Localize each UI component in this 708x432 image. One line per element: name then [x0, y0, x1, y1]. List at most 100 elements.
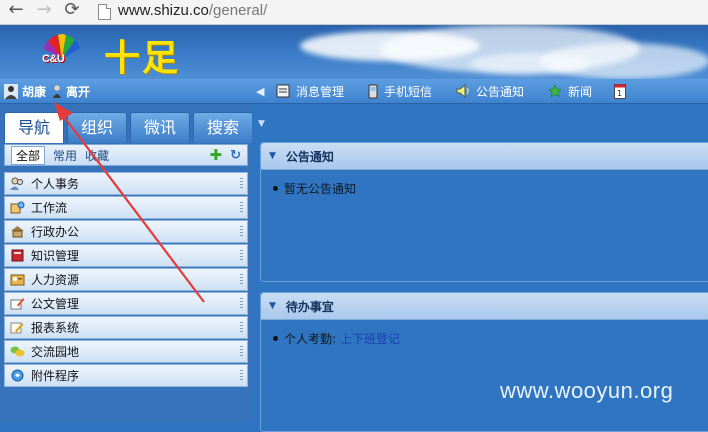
scroll-left-icon[interactable]: ◀: [256, 85, 276, 98]
reload-icon[interactable]: ⟳: [62, 0, 82, 22]
attendance-link[interactable]: 上下班登记: [340, 330, 400, 347]
add-icon[interactable]: ✚: [210, 148, 223, 163]
brand-title: 十足: [104, 37, 181, 79]
nav-subtabs: 全部 常用 收藏 ✚ ↻: [4, 144, 248, 166]
message-icon: [276, 84, 290, 98]
list-item: 暂无公告通知: [273, 180, 699, 197]
grip-icon: [240, 226, 243, 238]
bullet-icon: [273, 186, 278, 191]
subtab-favorites[interactable]: 收藏: [85, 147, 109, 164]
menu-item-label: 人力资源: [31, 273, 80, 287]
address-bar[interactable]: www.shizu.co/general/: [118, 0, 267, 22]
tab-microtalk[interactable]: 微讯: [130, 112, 190, 143]
toolbar-item-label: 新闻: [568, 84, 593, 99]
list-item: 个人考勤: 上下班登记: [273, 330, 699, 347]
svg-text:1: 1: [617, 89, 622, 98]
menu-item-attachments[interactable]: 附件程序: [4, 364, 248, 387]
watermark: www.wooyun.org: [500, 378, 674, 403]
back-arrow-icon[interactable]: ←: [6, 0, 26, 22]
logout-person-icon: [53, 85, 62, 98]
menu-item-reports[interactable]: 报表系统: [4, 316, 248, 339]
todo-panel: ▼ 待办事宜 个人考勤: 上下班登记: [260, 292, 708, 432]
logo-text: C&U: [42, 53, 65, 65]
panel-title[interactable]: 公告通知: [286, 148, 334, 165]
star-icon: [548, 84, 562, 98]
menu-item-human-resources[interactable]: 人力资源: [4, 268, 248, 291]
toolbar-news[interactable]: 新闻: [548, 83, 592, 100]
speaker-icon: [456, 84, 469, 98]
menu-item-exchange[interactable]: 交流园地: [4, 340, 248, 363]
tab-navigation[interactable]: 导航: [4, 112, 64, 143]
menu-item-documents[interactable]: 公文管理: [4, 292, 248, 315]
toolbar-sms[interactable]: 手机短信: [368, 83, 432, 100]
bullet-icon: [273, 336, 278, 341]
nav-tabs: 导航 组织 微讯 搜索: [4, 112, 256, 144]
page-icon: [98, 4, 111, 20]
menu-item-label: 公文管理: [31, 297, 80, 311]
top-toolbar: 胡康 离开 ◀ 消息管理 手机短信 公告通知 新闻 1: [0, 79, 708, 104]
panel-body: 暂无公告通知: [261, 170, 708, 207]
user-area: 胡康 离开: [4, 82, 96, 100]
toolbar-announcements[interactable]: 公告通知: [456, 83, 524, 100]
panel-header: ▼ 公告通知: [261, 143, 708, 170]
logout-link[interactable]: 离开: [66, 83, 90, 100]
menu-item-label: 知识管理: [31, 249, 80, 263]
company-logo-icon: [44, 34, 80, 59]
grip-icon: [240, 202, 243, 214]
report-pencil-icon: [9, 321, 25, 335]
menu-item-administration[interactable]: 行政办公: [4, 220, 248, 243]
attachment-icon: [9, 369, 25, 383]
refresh-icon[interactable]: ↻: [230, 148, 241, 163]
chevron-down-icon[interactable]: ▼: [269, 151, 276, 161]
header-banner: C&U 十足: [0, 25, 708, 79]
grip-icon: [240, 370, 243, 382]
mobile-phone-icon: [368, 84, 378, 98]
url-path: /general/: [208, 2, 268, 19]
toolbar-item-label: 公告通知: [476, 84, 525, 99]
chat-icon: [9, 345, 25, 359]
panel-body: 个人考勤: 上下班登记: [261, 320, 708, 357]
subtab-common[interactable]: 常用: [53, 147, 77, 164]
menu-item-label: 工作流: [31, 201, 68, 215]
user-avatar-icon: [4, 83, 18, 99]
tab-search[interactable]: 搜索: [193, 112, 253, 143]
main-content: ▼ ▼ 公告通知 暂无公告通知 ▼ 待办事宜 个人考勤: 上下班登记: [252, 104, 708, 432]
grip-icon: [240, 250, 243, 262]
menu-item-label: 行政办公: [31, 225, 80, 239]
toolbar-item-label: 消息管理: [296, 84, 345, 99]
tab-organization[interactable]: 组织: [67, 112, 127, 143]
browser-toolbar: ← → ⟳ www.shizu.co/general/: [0, 0, 708, 25]
grip-icon: [240, 274, 243, 286]
toolbar-item-label: 手机短信: [384, 84, 433, 99]
user-name[interactable]: 胡康: [22, 83, 46, 100]
list-item-text: 暂无公告通知: [284, 182, 357, 196]
book-icon: [9, 249, 25, 263]
grip-icon: [240, 178, 243, 190]
panel-title[interactable]: 待办事宜: [286, 298, 334, 315]
subtab-all[interactable]: 全部: [11, 145, 46, 165]
collapse-chevron-icon[interactable]: ▼: [258, 119, 265, 129]
people-icon: [9, 177, 25, 191]
document-pen-icon: [9, 297, 25, 311]
grip-icon: [240, 346, 243, 358]
grip-icon: [240, 298, 243, 310]
left-navigation: 导航 组织 微讯 搜索 全部 常用 收藏 ✚ ↻ 个人事务 工作流 行政办公 知…: [0, 104, 253, 422]
nav-menu: 个人事务 工作流 行政办公 知识管理 人力资源 公文管理 报表系统 交流园地 附…: [4, 172, 248, 388]
chevron-down-icon[interactable]: ▼: [269, 301, 276, 311]
calendar-icon[interactable]: 1: [614, 83, 627, 99]
menu-item-label: 交流园地: [31, 345, 80, 359]
menu-item-knowledge[interactable]: 知识管理: [4, 244, 248, 267]
menu-item-label: 报表系统: [31, 321, 80, 335]
workflow-icon: [9, 201, 25, 215]
hr-icon: [9, 273, 25, 287]
office-icon: [9, 225, 25, 239]
toolbar-message-management[interactable]: 消息管理: [276, 83, 344, 100]
menu-item-workflow[interactable]: 工作流: [4, 196, 248, 219]
subtab-actions: ✚ ↻: [210, 148, 241, 163]
forward-arrow-icon[interactable]: →: [34, 0, 54, 22]
menu-item-label: 附件程序: [31, 369, 80, 383]
url-host: www.shizu.co: [118, 2, 209, 19]
menu-item-personal-affairs[interactable]: 个人事务: [4, 172, 248, 195]
toolbar-menu: ◀ 消息管理 手机短信 公告通知 新闻 1: [256, 82, 627, 100]
menu-item-label: 个人事务: [31, 177, 80, 191]
